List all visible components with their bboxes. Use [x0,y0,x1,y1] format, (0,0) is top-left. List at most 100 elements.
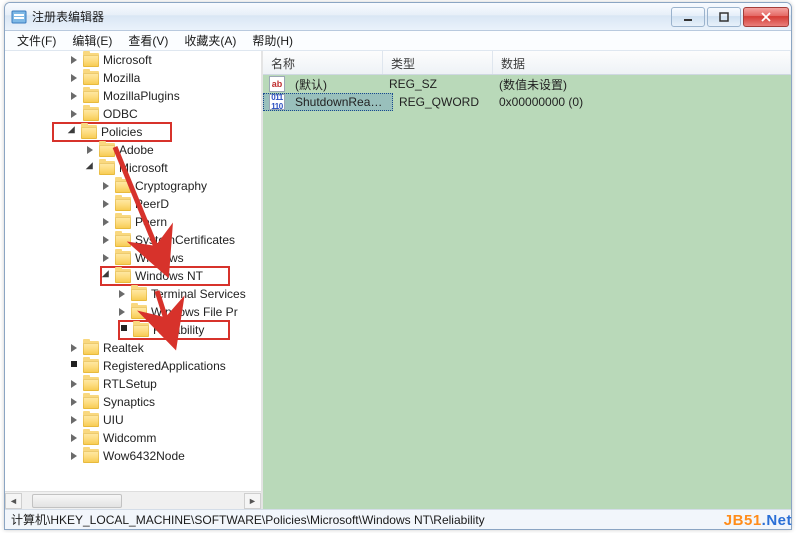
tree-panel: Microsoft Mozilla MozillaPlugins [5,51,263,509]
folder-icon [83,341,99,355]
list-row-shutdownreason[interactable]: 011110 ShutdownReas... [263,93,393,111]
tree-node-windows-nt[interactable]: Windows NT [101,267,229,285]
tree-node-microsoft2[interactable]: Microsoft [5,159,261,177]
folder-icon [131,305,147,319]
tree-node-synaptics[interactable]: Synaptics [5,393,261,411]
tree-node-windows[interactable]: Windows [5,249,261,267]
collapse-icon[interactable] [67,125,81,139]
leaf-icon [119,323,133,337]
folder-icon [115,251,131,265]
close-button[interactable] [743,7,789,27]
tree-node-realtek[interactable]: Realtek [5,339,261,357]
scroll-thumb[interactable] [32,494,122,508]
tree-node-mozilla[interactable]: Mozilla [5,69,261,87]
expand-icon[interactable] [69,395,83,409]
tree-h-scrollbar[interactable]: ◄ ► [5,491,261,509]
expand-icon[interactable] [69,53,83,67]
tree-node-terminal-services[interactable]: Terminal Services [5,285,261,303]
folder-icon [83,395,99,409]
regedit-window: 注册表编辑器 文件(F) 编辑(E) 查看(V) 收藏夹(A) 帮助(H) [4,2,792,530]
scroll-track[interactable] [22,493,244,509]
registry-tree: Microsoft Mozilla MozillaPlugins [5,51,261,465]
minimize-button[interactable] [671,7,705,27]
window-buttons [669,6,789,27]
list-row-default[interactable]: ab (默认) REG_SZ (数值未设置) [263,75,791,93]
expand-icon[interactable] [69,341,83,355]
tree-node-policies[interactable]: Policies [53,123,171,141]
collapse-icon[interactable] [101,269,115,283]
folder-icon [83,449,99,463]
regedit-icon [11,9,27,25]
tree-node-reliability[interactable]: Reliability [119,321,229,339]
binary-value-icon: 011110 [269,94,285,110]
tree-node-windows-file-p[interactable]: Windows File Pr [5,303,261,321]
tree-node-adobe[interactable]: Adobe [5,141,261,159]
maximize-button[interactable] [707,7,741,27]
status-path: 计算机\HKEY_LOCAL_MACHINE\SOFTWARE\Policies… [11,511,485,528]
titlebar[interactable]: 注册表编辑器 [5,3,791,31]
menu-edit[interactable]: 编辑(E) [64,30,120,51]
folder-icon [83,89,99,103]
folder-icon [115,179,131,193]
folder-icon [115,233,131,247]
folder-icon [115,269,131,283]
leaf-icon [69,359,83,373]
value-name: ShutdownReas... [289,95,389,109]
expand-icon[interactable] [85,143,99,157]
collapse-icon[interactable] [85,161,99,175]
tree-node-wow6432node[interactable]: Wow6432Node [5,447,261,465]
menu-view[interactable]: 查看(V) [120,30,176,51]
tree-node-peerd[interactable]: PeerD [5,195,261,213]
folder-icon [81,125,97,139]
tree-node-peern[interactable]: Peern [5,213,261,231]
folder-icon [115,197,131,211]
scroll-right-button[interactable]: ► [244,493,261,509]
tree-node-widcomm[interactable]: Widcomm [5,429,261,447]
values-panel: 名称 类型 数据 ab (默认) REG_SZ (数值未设置) 011110 S… [263,51,791,509]
values-list[interactable]: ab (默认) REG_SZ (数值未设置) 011110 ShutdownRe… [263,75,791,111]
watermark: JB51.Net [724,512,792,529]
expand-icon[interactable] [69,449,83,463]
folder-icon [83,53,99,67]
tree-node-registeredapplications[interactable]: RegisteredApplications [5,357,261,375]
expand-icon[interactable] [101,197,115,211]
folder-icon [83,413,99,427]
tree-node-cryptography[interactable]: Cryptography [5,177,261,195]
expand-icon[interactable] [69,413,83,427]
expand-icon[interactable] [101,233,115,247]
menu-file[interactable]: 文件(F) [9,30,64,51]
tree-body[interactable]: Microsoft Mozilla MozillaPlugins [5,51,261,469]
tree-node-mozillaplugins[interactable]: MozillaPlugins [5,87,261,105]
values-header: 名称 类型 数据 [263,51,791,75]
expand-icon[interactable] [69,107,83,121]
folder-icon [83,71,99,85]
folder-icon [115,215,131,229]
col-type[interactable]: 类型 [383,51,493,74]
col-data[interactable]: 数据 [493,51,791,74]
expand-icon[interactable] [117,287,131,301]
expand-icon[interactable] [101,179,115,193]
menu-help[interactable]: 帮助(H) [244,30,301,51]
tree-node-uiu[interactable]: UIU [5,411,261,429]
tree-node-systemcertificates[interactable]: SystemCertificates [5,231,261,249]
menu-favorites[interactable]: 收藏夹(A) [176,30,244,51]
statusbar: 计算机\HKEY_LOCAL_MACHINE\SOFTWARE\Policies… [5,509,791,529]
expand-icon[interactable] [69,377,83,391]
expand-icon[interactable] [101,215,115,229]
folder-icon [99,143,115,157]
tree-node-microsoft[interactable]: Microsoft [5,51,261,69]
folder-icon [83,107,99,121]
expand-icon[interactable] [117,305,131,319]
col-name[interactable]: 名称 [263,51,383,74]
expand-icon[interactable] [101,251,115,265]
value-data: 0x00000000 (0) [493,95,589,109]
scroll-left-button[interactable]: ◄ [5,493,22,509]
tree-node-rtlsetup[interactable]: RTLSetup [5,375,261,393]
expand-icon[interactable] [69,431,83,445]
tree-node-odbc[interactable]: ODBC [5,105,261,123]
value-type: REG_QWORD [393,95,493,109]
expand-icon[interactable] [69,89,83,103]
folder-icon [83,431,99,445]
expand-icon[interactable] [69,71,83,85]
list-row-shutdownreason-rest[interactable]: REG_QWORD 0x00000000 (0) [393,93,791,111]
